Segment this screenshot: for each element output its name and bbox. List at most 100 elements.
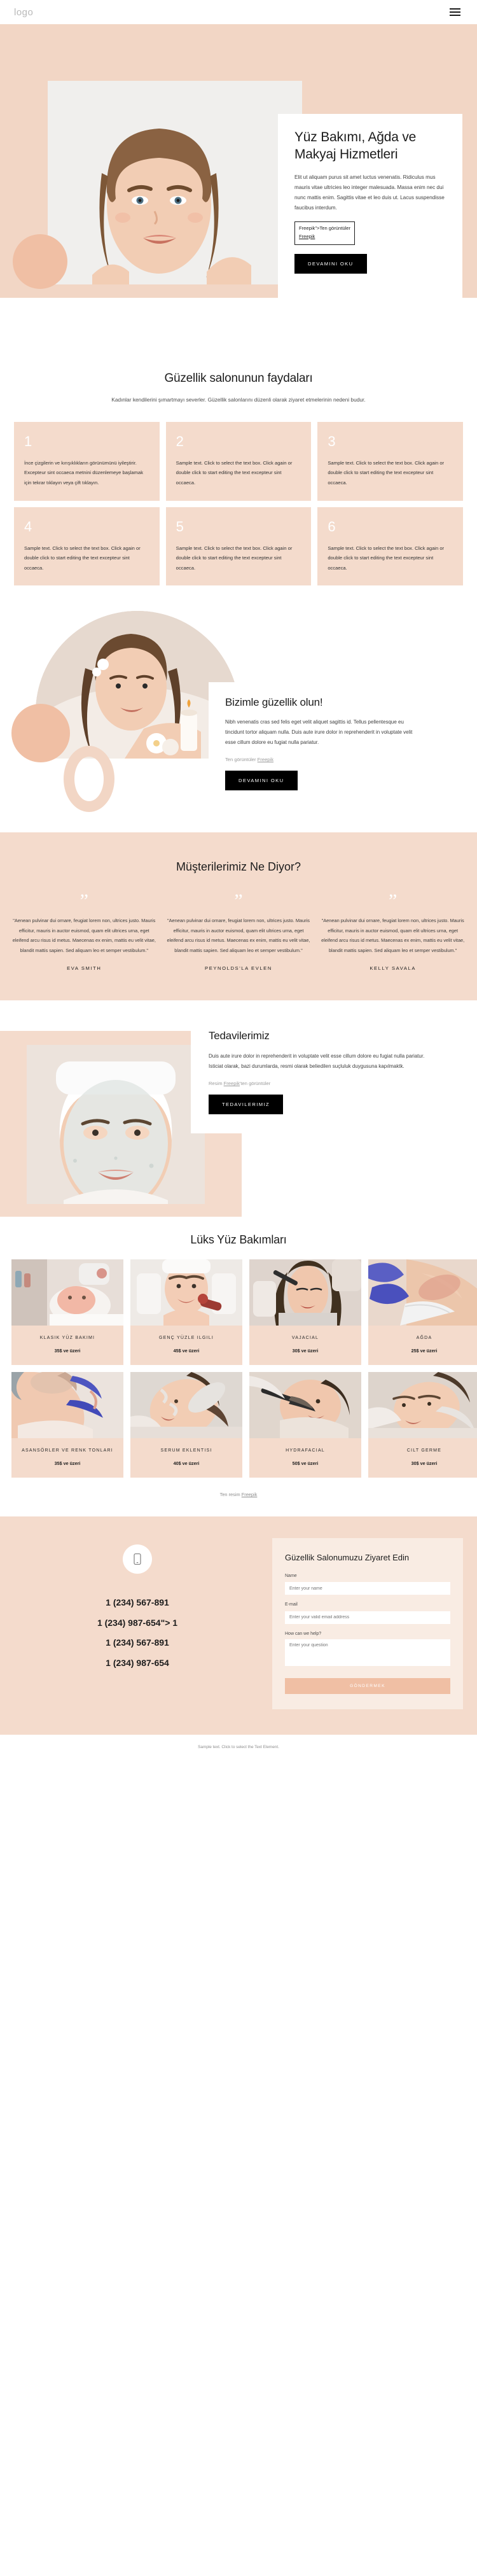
gallery-item[interactable]: KLASIK YÜZ BAKIMI 35$ ve üzeri	[11, 1259, 123, 1366]
gallery-item-price: 25$ ve üzeri	[411, 1348, 438, 1354]
gallery-item-name: CILT GERME	[406, 1448, 442, 1453]
contact-phones-panel: 1 (234) 567-891 1 (234) 987-654"> 1 1 (2…	[14, 1538, 261, 1709]
email-input[interactable]	[285, 1611, 450, 1624]
gallery-item[interactable]: AĞDA 25$ ve üzeri	[368, 1259, 477, 1366]
beauty-section: Bizimle güzellik olun! Nibh venenatis cr…	[0, 611, 477, 821]
phone-icon	[123, 1544, 152, 1574]
credit-prefix: Ten görüntüler	[225, 757, 258, 763]
benefit-text: Sample text. Click to select the text bo…	[328, 459, 445, 486]
submit-button[interactable]: GÖNDERMEK	[285, 1677, 450, 1694]
gallery-header: Lüks Yüz Bakımları	[0, 1217, 477, 1259]
treatments-image-facemask	[27, 1045, 205, 1205]
hero-section: Yüz Bakımı, Ağda ve Makyaj Hizmetleri El…	[0, 24, 477, 342]
benefits-subtitle: Kadınlar kendilerini şımartmayı severler…	[111, 396, 366, 403]
gallery-item-name: VAJACIAL	[291, 1336, 319, 1341]
benefits-title: Güzellik salonunun faydaları	[164, 372, 313, 385]
gallery-image-serum-application	[130, 1372, 242, 1439]
benefit-text: Sample text. Click to select the text bo…	[176, 545, 293, 571]
gallery-caption: ASANSÖRLER VE RENK TONLARI 35$ ve üzeri	[11, 1438, 123, 1478]
gallery-item-price: 30$ ve üzeri	[292, 1348, 319, 1354]
beauty-body-text: Nibh venenatis cras sed felis eget velit…	[225, 719, 413, 746]
gallery-image-brush-mask	[249, 1372, 361, 1439]
gallery-item-name: GENÇ YÜZLE ILGILI	[158, 1336, 214, 1341]
testimonial-item: ” "Aenean pulvinar dui ornare, feugiat l…	[11, 892, 157, 972]
hero-text-card: Yüz Bakımı, Ağda ve Makyaj Hizmetleri El…	[278, 114, 462, 298]
testimonial-text: "Aenean pulvinar dui ornare, feugiat lor…	[167, 918, 310, 953]
page-root: logo Yüz Bakımı, Ağda ve Makyaj Hizmetle…	[0, 0, 477, 1761]
decorative-circle	[13, 234, 67, 289]
gallery-item[interactable]: CILT GERME 30$ ve üzeri	[368, 1372, 477, 1478]
treatments-button[interactable]: TEDAVILERIMIZ	[209, 1095, 284, 1115]
gallery-item-price: 30$ ve üzeri	[411, 1460, 438, 1467]
hero-title: Yüz Bakımı, Ağda ve Makyaj Hizmetleri	[294, 130, 417, 162]
credit-link-freepik[interactable]: Freepik	[258, 757, 273, 762]
benefit-card: 2 Sample text. Click to select the text …	[165, 421, 312, 501]
message-field-label: How can we help?	[285, 1631, 322, 1636]
gallery-item-price: 35$ ve üzeri	[54, 1460, 81, 1467]
treatments-section: Tedavilerimiz Duis aute irure dolor in r…	[0, 1000, 477, 1217]
gallery-item[interactable]: GENÇ YÜZLE ILGILI 45$ ve üzeri	[130, 1259, 242, 1366]
gallery-item-name: HYDRAFACIAL	[286, 1448, 325, 1453]
testimonial-author: KELLY SAVALA	[370, 965, 416, 972]
gallery-caption: AĞDA 25$ ve üzeri	[368, 1326, 477, 1365]
treatments-body-text: Duis aute irure dolor in reprehenderit i…	[209, 1053, 425, 1070]
hero-body-text: Elit ut aliquam purus sit amet luctus ve…	[294, 174, 445, 211]
burger-line	[450, 11, 460, 13]
treatments-image-credit: Resim Freepik'ten görüntüler	[209, 1081, 427, 1086]
credit-prefix: Ten resim	[219, 1492, 242, 1498]
gallery-caption: HYDRAFACIAL 50$ ve üzeri	[249, 1438, 361, 1478]
gallery-item-name: AĞDA	[416, 1336, 432, 1341]
gallery-item[interactable]: VAJACIAL 30$ ve üzeri	[249, 1259, 361, 1366]
hero-read-more-button[interactable]: DEVAMINI OKU	[294, 253, 367, 274]
hero-image-woman-face	[48, 81, 302, 284]
contact-form-title: Güzellik Salonumuzu Ziyaret Edin	[285, 1553, 410, 1563]
gallery-item[interactable]: HYDRAFACIAL 50$ ve üzeri	[249, 1372, 361, 1478]
beauty-read-more-button[interactable]: DEVAMINI OKU	[225, 771, 298, 791]
testimonial-author: EVA SMITH	[67, 965, 102, 972]
benefit-number: 1	[24, 433, 32, 449]
benefits-header: Güzellik salonunun faydaları Kadınlar ke…	[0, 342, 477, 405]
site-header: logo	[0, 0, 477, 24]
contact-section: 1 (234) 567-891 1 (234) 987-654"> 1 1 (2…	[0, 1516, 477, 1735]
gallery-item-name: ASANSÖRLER VE RENK TONLARI	[22, 1448, 113, 1453]
footer-text: Sample text. Click to select the Text El…	[198, 1744, 279, 1749]
benefits-card-grid: 1 İnce çizgilerin ve kırışıklıkların gör…	[0, 405, 477, 607]
message-textarea[interactable]	[285, 1639, 450, 1666]
email-field-label: E-mail	[285, 1602, 298, 1607]
credit-link-freepik[interactable]: Freepik	[242, 1492, 258, 1497]
hero-image-credit[interactable]: Freepik">Ten görüntüler Freepik	[294, 221, 355, 245]
phone-number[interactable]: 1 (234) 567-891	[14, 1593, 261, 1613]
credit-line-1: Freepik">Ten görüntüler	[299, 225, 350, 231]
gallery-item-name: SERUM EKLENTISI	[160, 1448, 212, 1453]
phone-number[interactable]: 1 (234) 987-654"> 1	[14, 1613, 261, 1634]
credit-suffix: 'ten görüntüler	[239, 1081, 271, 1087]
gallery-item-name: KLASIK YÜZ BAKIMI	[39, 1336, 95, 1341]
gallery-item[interactable]: SERUM EKLENTISI 40$ ve üzeri	[130, 1372, 242, 1478]
name-field-label: Name	[285, 1573, 297, 1578]
phone-number[interactable]: 1 (234) 987-654	[14, 1653, 261, 1674]
gallery-caption: VAJACIAL 30$ ve üzeri	[249, 1326, 361, 1365]
credit-link-freepik[interactable]: Freepik	[224, 1081, 240, 1086]
gallery-item-price: 45$ ve üzeri	[173, 1348, 200, 1354]
gallery-image-led-mask	[11, 1259, 123, 1326]
testimonial-author: PEYNOLDS'LA EVLEN	[205, 965, 272, 972]
benefit-text: İnce çizgilerin ve kırışıklıkların görün…	[24, 459, 143, 486]
name-input[interactable]	[285, 1582, 450, 1595]
gallery-caption: KLASIK YÜZ BAKIMI 35$ ve üzeri	[11, 1326, 123, 1365]
beauty-image-credit: Ten görüntüler Freepik	[225, 757, 421, 762]
burger-line	[450, 14, 460, 16]
gallery-item[interactable]: ASANSÖRLER VE RENK TONLARI 35$ ve üzeri	[11, 1372, 123, 1478]
gallery-item-price: 35$ ve üzeri	[54, 1348, 81, 1354]
gallery-grid-row-2: ASANSÖRLER VE RENK TONLARI 35$ ve üzeri	[0, 1372, 477, 1478]
logo[interactable]: logo	[14, 7, 33, 18]
gallery-image-rf-device	[130, 1259, 242, 1326]
credit-link-freepik[interactable]: Freepik	[299, 234, 315, 239]
testimonial-item: ” "Aenean pulvinar dui ornare, feugiat l…	[166, 892, 312, 972]
benefit-text: Sample text. Click to select the text bo…	[328, 545, 445, 571]
testimonials-title: Müşterilerimiz Ne Diyor?	[176, 860, 301, 874]
treatments-text-card: Tedavilerimiz Duis aute irure dolor in r…	[191, 1013, 445, 1134]
hamburger-menu-icon[interactable]	[447, 6, 463, 18]
gallery-caption: CILT GERME 30$ ve üzeri	[368, 1438, 477, 1478]
site-footer: Sample text. Click to select the Text El…	[0, 1734, 477, 1761]
phone-number[interactable]: 1 (234) 567-891	[14, 1633, 261, 1653]
